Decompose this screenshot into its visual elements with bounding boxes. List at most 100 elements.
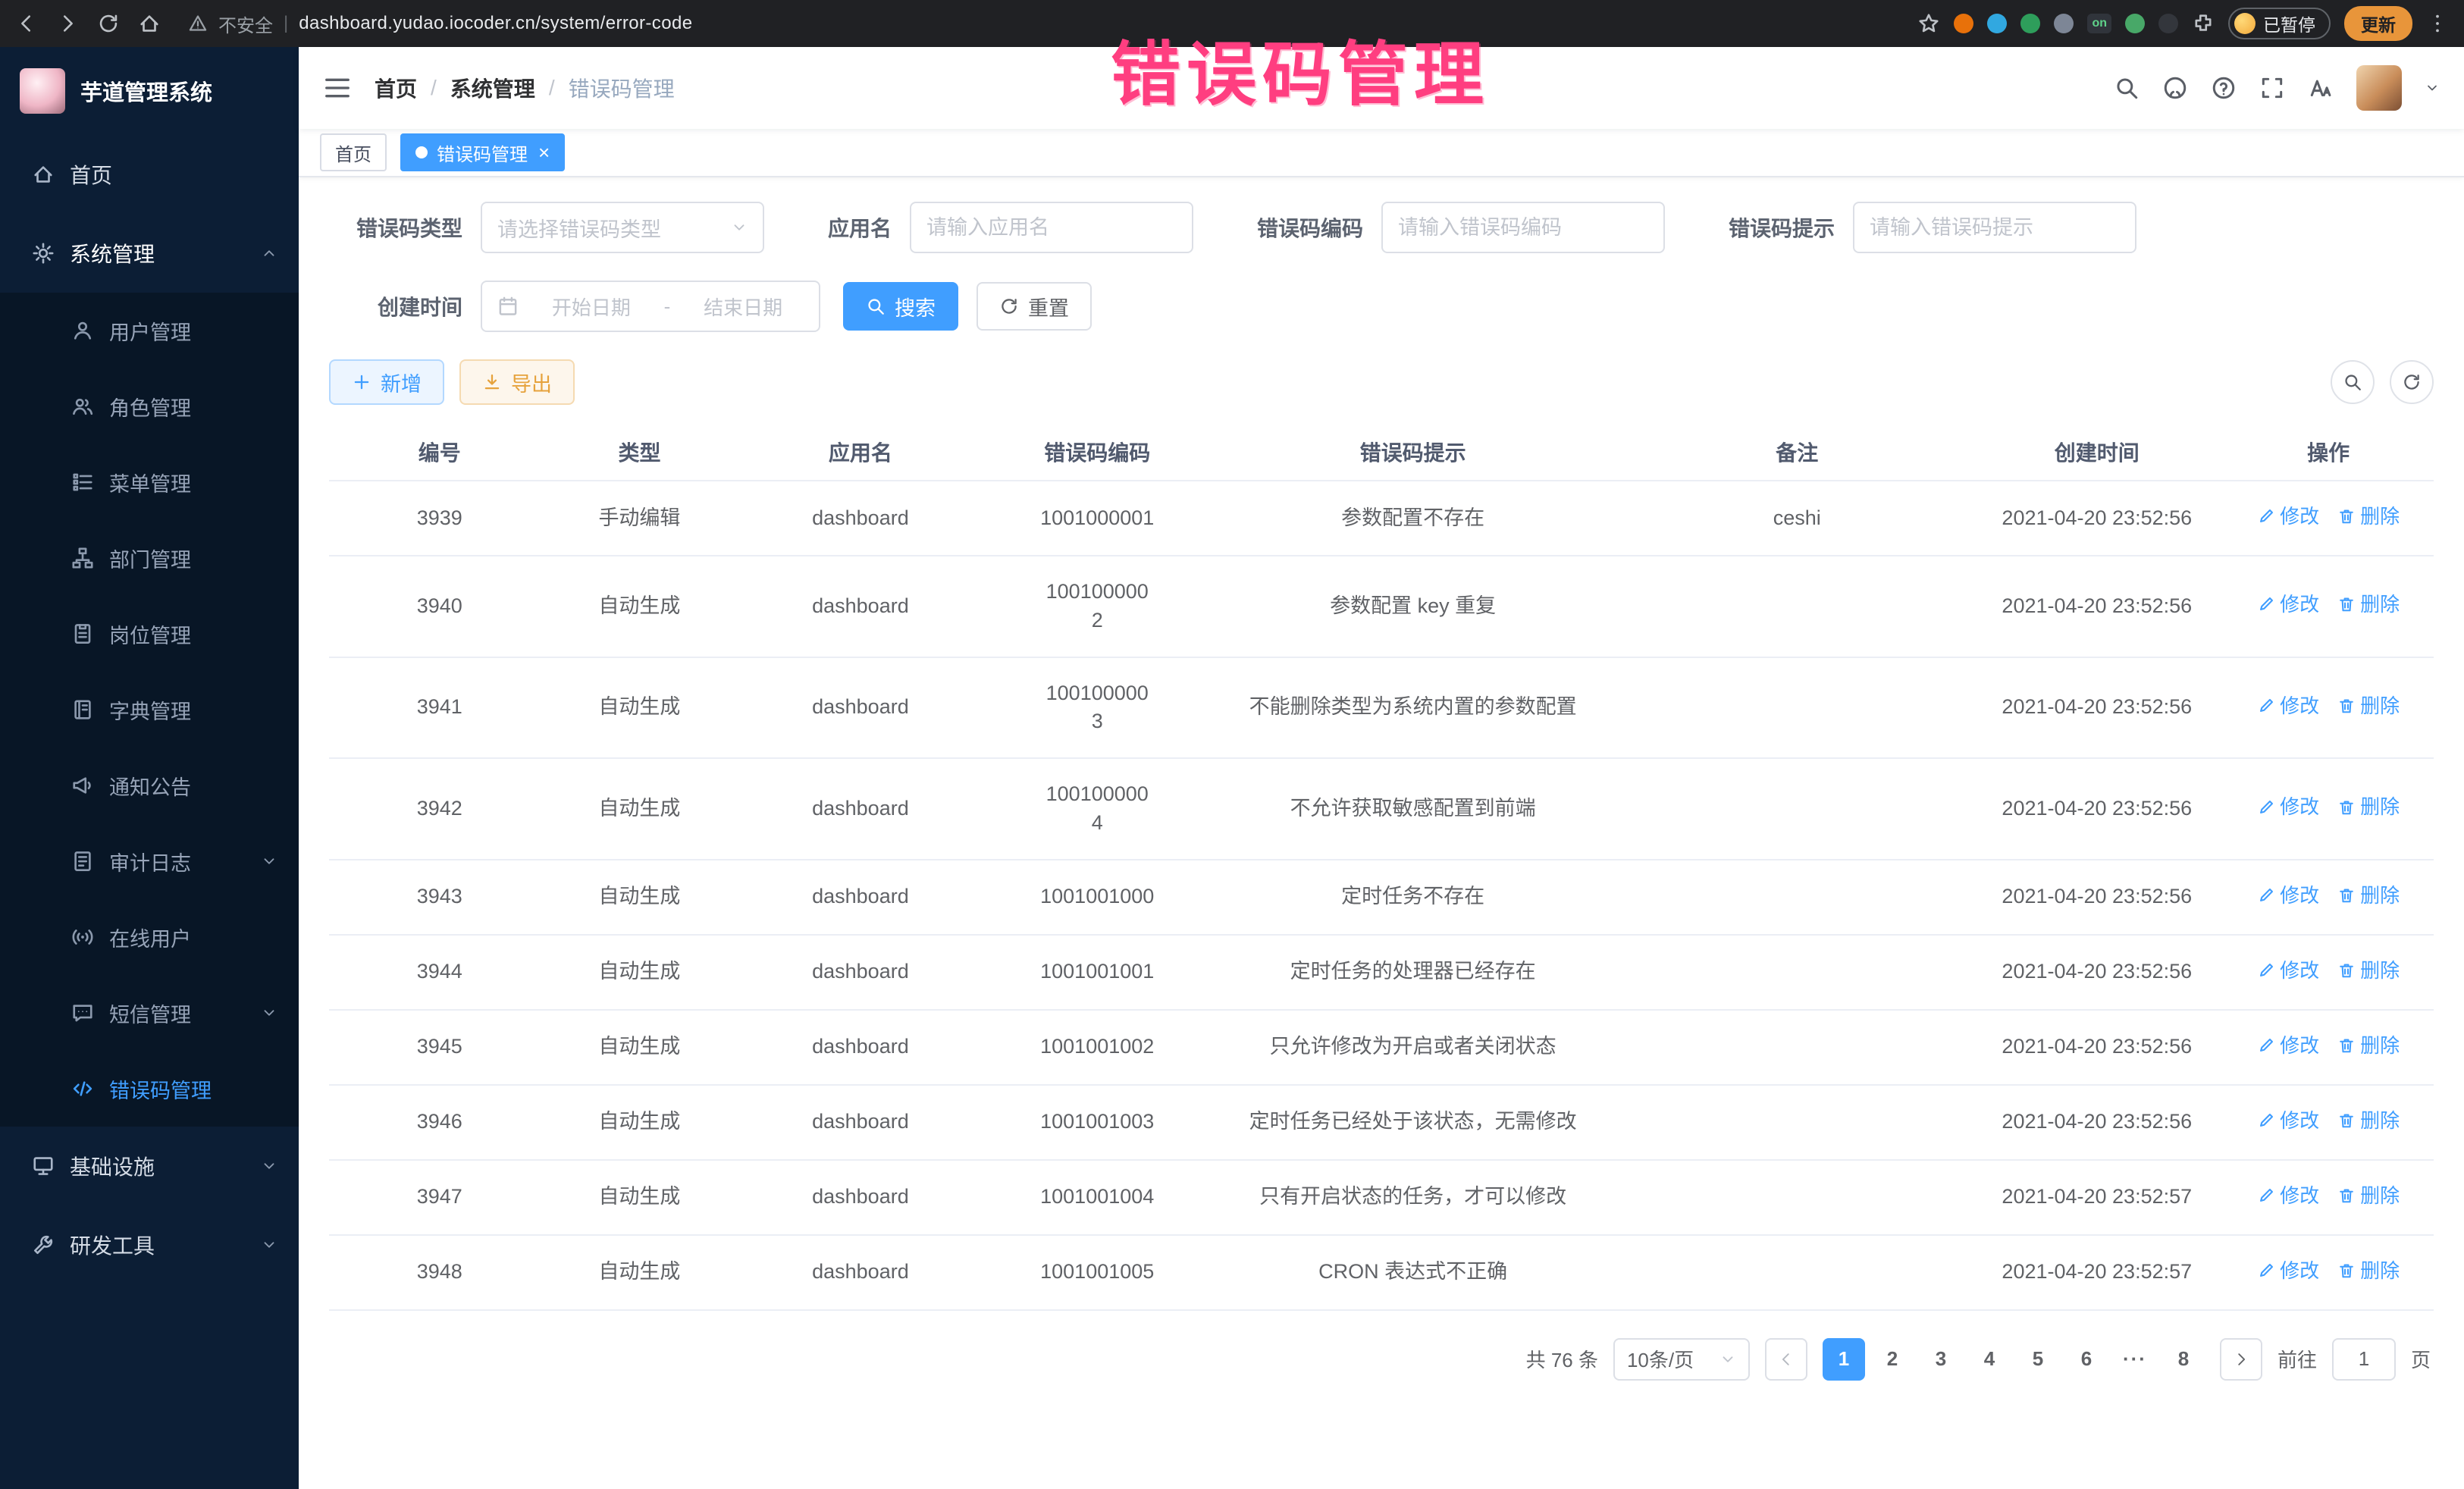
cell-remark — [1623, 1010, 1970, 1085]
sidebar-item-error-code-management[interactable]: 错误码管理 — [0, 1051, 299, 1127]
cell-code: 100100000 2 — [992, 556, 1202, 657]
delete-link[interactable]: 删除 — [2337, 692, 2400, 719]
error-code-input[interactable] — [1381, 202, 1665, 253]
error-message-input[interactable] — [1853, 202, 2136, 253]
github-icon[interactable] — [2162, 75, 2188, 101]
delete-link[interactable]: 删除 — [2337, 882, 2400, 909]
delete-link[interactable]: 删除 — [2337, 591, 2400, 618]
edit-link[interactable]: 修改 — [2257, 793, 2319, 820]
edit-link[interactable]: 修改 — [2257, 882, 2319, 909]
cell-app: dashboard — [729, 657, 992, 759]
goto-page-input[interactable] — [2332, 1338, 2396, 1381]
sidebar-item-dict-management[interactable]: 字典管理 — [0, 672, 299, 748]
edit-link[interactable]: 修改 — [2257, 1107, 2319, 1134]
user-avatar[interactable] — [2356, 65, 2402, 111]
reload-icon[interactable] — [97, 12, 120, 35]
extensions-puzzle-icon[interactable] — [2192, 12, 2215, 35]
sidebar-item-post-management[interactable]: 岗位管理 — [0, 596, 299, 672]
pager-page-6[interactable]: 6 — [2065, 1338, 2108, 1381]
cell-remark — [1623, 935, 1970, 1010]
edit-link[interactable]: 修改 — [2257, 503, 2319, 530]
back-icon[interactable] — [15, 12, 38, 35]
export-button[interactable]: 导出 — [459, 359, 575, 405]
refresh-table-button[interactable] — [2390, 360, 2434, 404]
sidebar-item-role-management[interactable]: 角色管理 — [0, 368, 299, 444]
page-size-select[interactable]: 10条/页 — [1613, 1338, 1750, 1381]
tab-错误码管理[interactable]: 错误码管理× — [400, 133, 565, 171]
profile-chip[interactable]: 已暂停 — [2228, 8, 2331, 39]
search-button[interactable]: 搜索 — [843, 282, 958, 331]
toggle-search-button[interactable] — [2331, 360, 2375, 404]
edit-link[interactable]: 修改 — [2257, 957, 2319, 984]
sidebar-item-dept-management[interactable]: 部门管理 — [0, 520, 299, 596]
tab-首页[interactable]: 首页 — [320, 133, 387, 171]
pager-page-1[interactable]: 1 — [1823, 1338, 1865, 1381]
add-button[interactable]: 新增 — [329, 359, 444, 405]
update-button[interactable]: 更新 — [2344, 6, 2412, 41]
search-icon[interactable] — [2114, 75, 2140, 101]
help-icon[interactable] — [2211, 75, 2237, 101]
pager-pages: 123456···8 — [1823, 1338, 2205, 1381]
sidebar-item-dev-tools[interactable]: 研发工具 — [0, 1205, 299, 1284]
font-size-icon[interactable] — [2308, 75, 2334, 101]
delete-link[interactable]: 删除 — [2337, 1257, 2400, 1284]
sidebar-item-home[interactable]: 首页 — [0, 135, 299, 214]
close-icon[interactable]: × — [538, 143, 550, 162]
app-logo[interactable]: 芋道管理系统 — [0, 47, 299, 135]
delete-link[interactable]: 删除 — [2337, 503, 2400, 530]
forward-icon[interactable] — [56, 12, 79, 35]
pager-page-5[interactable]: 5 — [2017, 1338, 2059, 1381]
breadcrumb-item[interactable]: 系统管理 — [450, 73, 535, 103]
sidebar-item-user-management[interactable]: 用户管理 — [0, 293, 299, 368]
address-bar[interactable]: 不安全 | dashboard.yudao.iocoder.cn/system/… — [188, 11, 1902, 37]
sidebar-item-system-management[interactable]: 系统管理 — [0, 214, 299, 293]
edit-link[interactable]: 修改 — [2257, 1032, 2319, 1059]
table-body: 3939手动编辑dashboard1001000001参数配置不存在ceshi2… — [329, 481, 2434, 1310]
extension-icon[interactable] — [2158, 14, 2178, 33]
chevron-down-icon — [261, 1005, 277, 1021]
edit-icon — [2257, 1111, 2275, 1130]
browser-menu-icon[interactable] — [2426, 12, 2449, 35]
pager-page-8[interactable]: 8 — [2162, 1338, 2205, 1381]
sidebar-item-notice-announcement[interactable]: 通知公告 — [0, 748, 299, 823]
delete-link[interactable]: 删除 — [2337, 1107, 2400, 1134]
delete-link[interactable]: 删除 — [2337, 957, 2400, 984]
delete-link[interactable]: 删除 — [2337, 1032, 2400, 1059]
tags-view: 首页错误码管理× — [299, 129, 2464, 177]
app-name-input[interactable] — [910, 202, 1193, 253]
sidebar-item-audit-log[interactable]: 审计日志 — [0, 823, 299, 899]
fullscreen-icon[interactable] — [2259, 75, 2285, 101]
edit-link[interactable]: 修改 — [2257, 591, 2319, 618]
bookmark-star-icon[interactable] — [1917, 12, 1940, 35]
pager-more[interactable]: ··· — [2114, 1338, 2156, 1381]
delete-link[interactable]: 删除 — [2337, 1182, 2400, 1209]
next-page-button[interactable] — [2220, 1338, 2262, 1381]
sidebar-item-infrastructure[interactable]: 基础设施 — [0, 1127, 299, 1205]
sidebar-item-menu-management[interactable]: 菜单管理 — [0, 444, 299, 520]
edit-link[interactable]: 修改 — [2257, 692, 2319, 719]
sidebar-item-sms-management[interactable]: 短信管理 — [0, 975, 299, 1051]
extension-icon[interactable] — [2125, 14, 2145, 33]
pager-page-4[interactable]: 4 — [1968, 1338, 2011, 1381]
prev-page-button[interactable] — [1765, 1338, 1807, 1381]
chevron-down-icon[interactable] — [2425, 80, 2440, 96]
extension-icon[interactable] — [1954, 14, 1973, 33]
extension-icon[interactable] — [2054, 14, 2074, 33]
edit-link[interactable]: 修改 — [2257, 1182, 2319, 1209]
sidebar-item-online-users[interactable]: 在线用户 — [0, 899, 299, 975]
browser-home-icon[interactable] — [138, 12, 161, 35]
edit-link[interactable]: 修改 — [2257, 1257, 2319, 1284]
pager-page-3[interactable]: 3 — [1920, 1338, 1962, 1381]
extension-badge[interactable]: on — [2087, 14, 2111, 33]
breadcrumb-item[interactable]: 首页 — [375, 73, 417, 103]
date-range-picker[interactable]: 开始日期 - 结束日期 — [481, 281, 820, 332]
extension-icon[interactable] — [2020, 14, 2040, 33]
reset-button[interactable]: 重置 — [977, 282, 1092, 331]
error-type-select[interactable]: 请选择错误码类型 — [481, 202, 764, 253]
hamburger-icon[interactable] — [323, 74, 352, 102]
cell-id: 3948 — [329, 1235, 550, 1310]
pager-page-2[interactable]: 2 — [1871, 1338, 1914, 1381]
annotation-overlay: 错误码管理 — [1111, 18, 1490, 119]
delete-link[interactable]: 删除 — [2337, 793, 2400, 820]
extension-icon[interactable] — [1987, 14, 2007, 33]
